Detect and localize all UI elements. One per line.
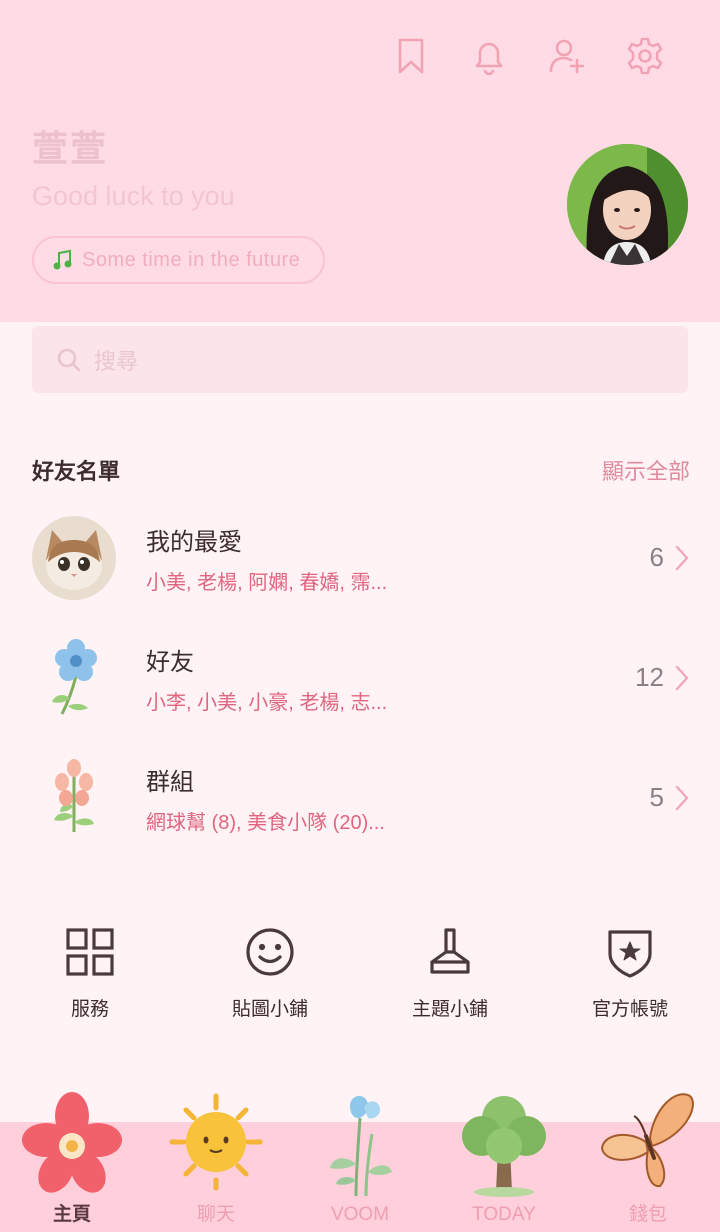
add-friend-icon [549, 39, 585, 74]
list-item-subtitle: 網球幫 (8), 美食小隊 (20)... [146, 812, 385, 834]
nav-label: 聊天 [196, 1204, 235, 1225]
shield-star-icon [608, 930, 652, 978]
theme-shop-button[interactable]: 主題小鋪 [360, 924, 540, 1034]
profile-music-button[interactable]: Some time in the future [32, 236, 325, 284]
list-item-subtitle: 小美, 老楊, 阿嫻, 春嬌, 霈... [146, 572, 388, 594]
list-item-title: 我的最愛 [146, 529, 242, 556]
sticker-shop-button[interactable]: 貼圖小鋪 [180, 924, 360, 1034]
tab-chat[interactable]: 聊天 [144, 1088, 288, 1232]
action-label: 官方帳號 [591, 999, 668, 1020]
sprout-icon [330, 1095, 392, 1197]
music-title: Some time in the future [82, 248, 301, 271]
friend-list-title: 好友名單 [32, 459, 121, 484]
list-item-title: 群組 [146, 769, 194, 796]
bell-icon [475, 42, 503, 76]
official-account-button[interactable]: 官方帳號 [540, 924, 720, 1034]
bookmark-button[interactable] [372, 34, 450, 78]
settings-icon [627, 37, 663, 75]
brush-icon [430, 928, 470, 974]
list-item-friends[interactable]: 好友 小李, 小美, 小豪, 老楊, 志... 12 [0, 636, 720, 746]
music-note-icon [53, 249, 72, 270]
tree-icon [462, 1096, 546, 1197]
nav-label: 錢包 [628, 1204, 667, 1225]
notification-button[interactable] [450, 34, 528, 78]
search-icon [57, 348, 81, 371]
tab-wallet[interactable]: 錢包 [576, 1088, 720, 1232]
list-item-groups[interactable]: 群組 網球幫 (8), 美食小隊 (20)... 5 [0, 756, 720, 866]
search-bar[interactable]: 搜尋 [32, 326, 688, 393]
sun-icon [169, 1093, 263, 1191]
list-item-subtitle: 小李, 小美, 小豪, 老楊, 志... [146, 692, 388, 714]
grid-icon [66, 928, 114, 976]
add-friend-button[interactable] [528, 34, 606, 78]
list-item-favorites[interactable]: 我的最愛 小美, 老楊, 阿嫻, 春嬌, 霈... 6 [0, 516, 720, 626]
cat-avatar [32, 516, 116, 600]
nav-label: TODAY [472, 1204, 536, 1225]
show-all-link[interactable]: 顯示全部 [602, 454, 690, 486]
bookmark-icon [398, 38, 424, 74]
action-label: 服務 [70, 999, 109, 1020]
list-item-count: 5 [649, 782, 664, 812]
chevron-right-icon [675, 665, 689, 691]
butterfly-icon [600, 1093, 694, 1188]
profile-name[interactable]: 萱萱 [32, 120, 108, 172]
header-toolbar [372, 34, 684, 78]
service-button[interactable]: 服務 [0, 924, 180, 1034]
profile-avatar[interactable] [567, 144, 688, 265]
chevron-right-icon [675, 545, 689, 571]
blue-flower-icon [32, 636, 116, 720]
tab-home[interactable]: 主頁 [0, 1088, 144, 1232]
action-label: 貼圖小鋪 [231, 999, 308, 1020]
nav-label: VOOM [330, 1204, 390, 1225]
profile-photo [567, 144, 688, 265]
list-item-title: 好友 [146, 649, 194, 676]
smile-icon [246, 928, 294, 976]
list-item-count: 12 [635, 662, 664, 692]
nav-label: 主頁 [52, 1204, 91, 1225]
pink-flower-icon [32, 756, 116, 840]
red-flower-icon [22, 1092, 122, 1193]
settings-button[interactable] [606, 34, 684, 78]
profile-header: 萱萱 Good luck to you Some time in the fut… [0, 0, 720, 322]
chevron-right-icon [675, 785, 689, 811]
list-item-count: 6 [649, 542, 664, 572]
tab-today[interactable]: TODAY [432, 1088, 576, 1232]
action-label: 主題小鋪 [411, 999, 488, 1020]
search-placeholder: 搜尋 [94, 348, 139, 374]
status-message[interactable]: Good luck to you [32, 181, 235, 212]
tab-voom[interactable]: VOOM [288, 1088, 432, 1232]
